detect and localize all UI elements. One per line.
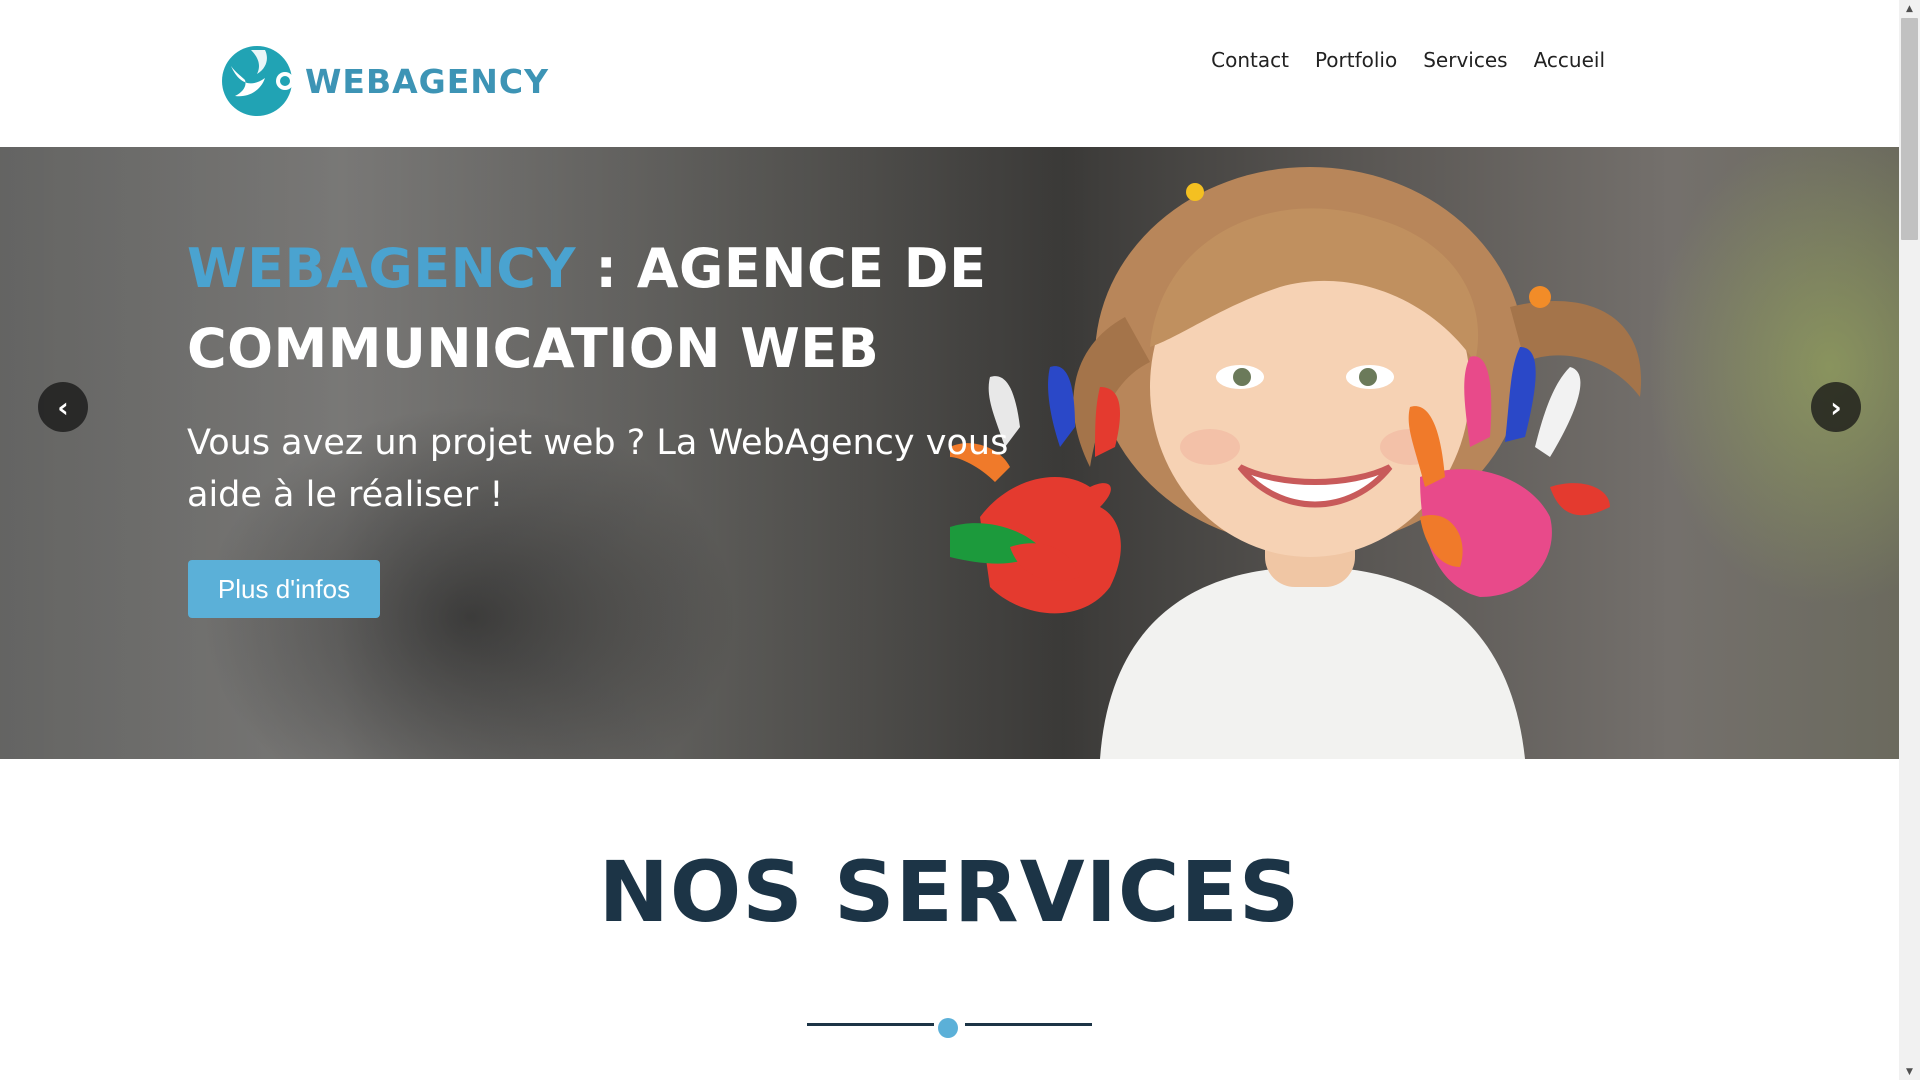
hero-subtitle: Vous avez un projet web ? La WebAgency v…	[187, 423, 1009, 515]
chevron-left-icon: ‹	[57, 390, 69, 424]
chevron-right-icon: ›	[1830, 390, 1842, 424]
divider-line-left	[807, 1023, 934, 1026]
more-info-button[interactable]: Plus d'infos	[188, 560, 380, 618]
hero-title: WEBAGENCY : AGENCE DE COMMUNICATION WEB	[187, 229, 987, 389]
divider-dot	[938, 1018, 958, 1038]
logo-text: WEBAGENCY	[305, 61, 549, 101]
scrollbar-thumb[interactable]	[1901, 18, 1918, 240]
carousel-next-button[interactable]: ›	[1811, 382, 1861, 432]
hero-title-brand: WEBAGENCY	[187, 237, 577, 300]
site-header: WEBAGENCY Contact Portfolio Services Acc…	[0, 0, 1899, 147]
nav-link-contact[interactable]: Contact	[1211, 47, 1289, 73]
nav-link-services[interactable]: Services	[1423, 47, 1507, 73]
page-scrollbar[interactable]: ▲ ▼	[1899, 0, 1920, 1080]
hero-carousel: WEBAGENCY : AGENCE DE COMMUNICATION WEB …	[0, 147, 1899, 759]
logo[interactable]: WEBAGENCY	[221, 44, 549, 118]
section-divider	[807, 1018, 1092, 1040]
logo-mark-icon	[222, 46, 294, 116]
hero-image-girl	[950, 167, 1642, 759]
divider-line-right	[965, 1023, 1092, 1026]
nav-link-accueil[interactable]: Accueil	[1534, 47, 1605, 73]
main-nav: Contact Portfolio Services Accueil	[1211, 47, 1605, 73]
nav-link-portfolio[interactable]: Portfolio	[1315, 47, 1397, 73]
scroll-up-icon[interactable]: ▲	[1899, 0, 1920, 17]
services-title: NOS SERVICES	[598, 843, 1301, 941]
carousel-prev-button[interactable]: ‹	[38, 382, 88, 432]
scroll-down-icon[interactable]: ▼	[1899, 1063, 1920, 1080]
